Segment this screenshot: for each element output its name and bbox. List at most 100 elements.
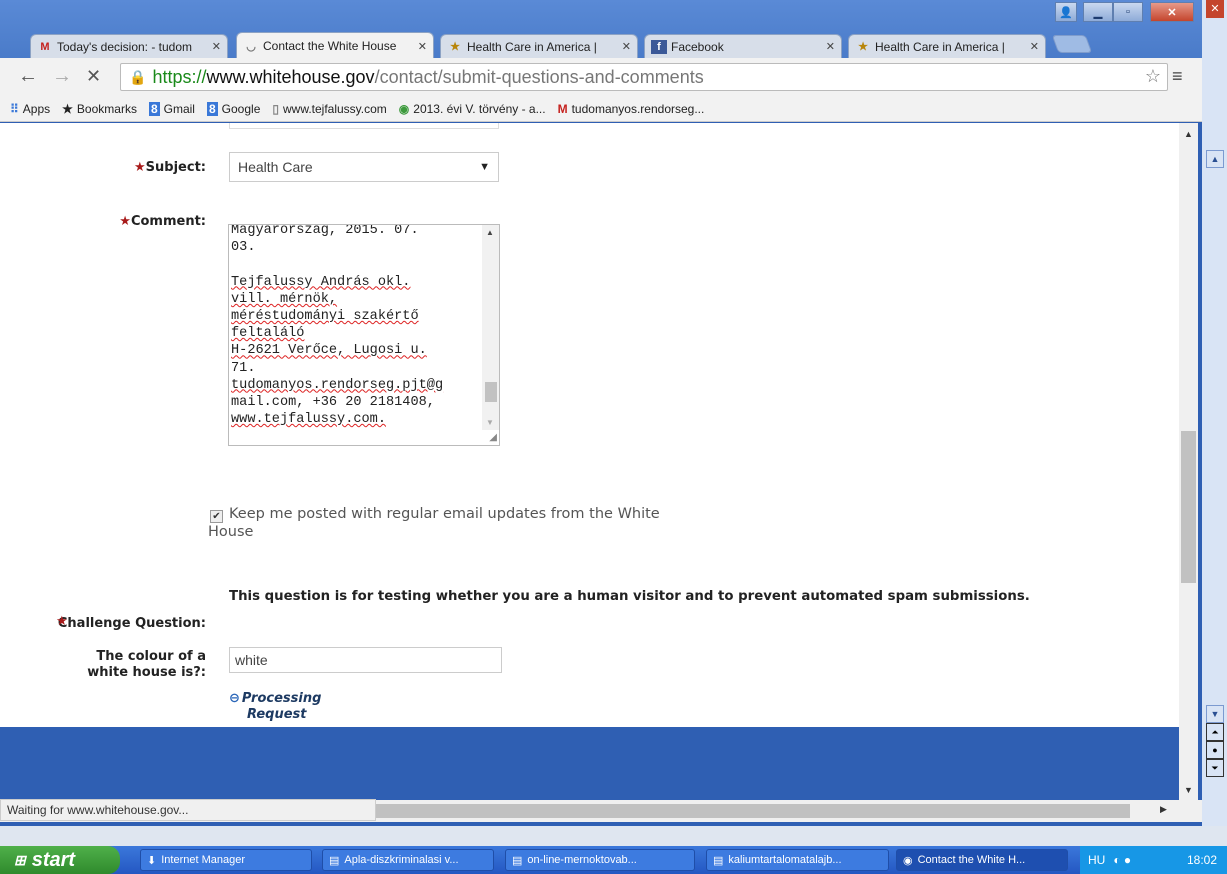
comment-line: 71. — [231, 360, 479, 377]
close-icon[interactable]: ✕ — [212, 40, 221, 53]
app-icon: ⬇ — [147, 854, 157, 867]
new-tab-button[interactable] — [1051, 35, 1093, 53]
whitehouse-seal-icon: ★ — [858, 41, 868, 53]
close-panel-icon[interactable]: ✕ — [1206, 0, 1224, 18]
tab-label: Contact the White House — [263, 39, 397, 53]
facebook-icon: f — [651, 39, 667, 54]
stop-button[interactable]: ✕ — [86, 66, 101, 87]
tab-label: Facebook — [671, 39, 724, 54]
close-icon[interactable]: ✕ — [826, 40, 835, 53]
bookmark-star-icon[interactable]: ☆ — [1145, 66, 1161, 87]
bookmark-tudomanyos[interactable]: Mtudomanyos.rendorseg... — [558, 102, 705, 116]
resize-grip-icon[interactable]: ◢ — [489, 432, 497, 443]
scroll-down-icon[interactable]: ▼ — [486, 418, 494, 427]
tab-health-care-1[interactable]: ★ Health Care in America | ✕ — [440, 34, 638, 58]
comment-line: vill. mérnök, — [231, 291, 479, 308]
chevron-down-icon[interactable]: ▼ — [1206, 705, 1224, 723]
gmail-icon: M — [40, 40, 50, 53]
maximize-button[interactable]: ▫ — [1113, 2, 1143, 22]
subject-select[interactable]: Health Care ▼ — [229, 152, 499, 182]
tab-contact[interactable]: ◡ Contact the White House ✕ — [236, 32, 434, 59]
chevron-up-icon[interactable]: ▲ — [1206, 150, 1224, 168]
taskbar-item-internet-manager[interactable]: ⬇ Internet Manager — [140, 849, 312, 871]
tab-bar: M Today's decision: - tudom ✕ ◡ Contact … — [0, 0, 1202, 59]
comment-line: méréstudományi szakértő — [231, 308, 479, 325]
close-icon[interactable]: ✕ — [1030, 40, 1039, 53]
google-plus-icon: 8 — [148, 101, 160, 116]
document-icon: ▤ — [713, 854, 724, 867]
taskbar-item-kalium[interactable]: ▤ kaliumtartalomatalajb... — [706, 849, 889, 871]
chrome-icon: ◉ — [903, 854, 913, 867]
scroll-down-icon[interactable]: ▼ — [1184, 785, 1193, 795]
bookmark-gmail[interactable]: 8 Gmail — [148, 101, 195, 116]
bookmark-label: Gmail — [163, 101, 195, 116]
page-down-icon[interactable]: ⏷ — [1206, 759, 1224, 777]
comment-line: feltaláló — [231, 325, 479, 342]
minimize-button[interactable]: ▁ — [1083, 2, 1113, 22]
url-input[interactable]: 🔒 https://www.whitehouse.gov/contact/sub… — [120, 63, 1168, 91]
clock: 18:02 — [1186, 853, 1217, 867]
tab-gmail[interactable]: M Today's decision: - tudom ✕ — [30, 34, 228, 58]
scroll-up-icon[interactable]: ▲ — [486, 228, 494, 237]
comment-line: tudomanyos.rendorseg.pjt@g — [231, 377, 479, 394]
circle-icon[interactable]: ● — [1206, 741, 1224, 759]
tab-facebook[interactable]: f Facebook ✕ — [644, 34, 842, 58]
close-window-button[interactable]: ✕ — [1150, 2, 1194, 22]
subject-label: ★Subject: — [100, 160, 206, 175]
comment-line-text: feltaláló — [231, 326, 305, 342]
comment-line: Tejfalussy András okl. — [231, 274, 479, 291]
comment-label: ★Comment: — [100, 214, 206, 229]
windows-logo-icon: ⊞ — [14, 851, 26, 868]
apps-icon: ⠿ — [10, 101, 19, 116]
close-icon[interactable]: ✕ — [418, 40, 427, 53]
page-content: ★Subject: Health Care ▼ ★Comment: Magyar… — [0, 123, 1179, 727]
tray-icons[interactable]: ◐ ● — [1113, 853, 1131, 867]
textarea-scroll-thumb[interactable] — [485, 382, 497, 402]
tab-health-care-2[interactable]: ★ Health Care in America | ✕ — [848, 34, 1046, 58]
keep-posted-option[interactable]: ✔ Keep me posted with regular email updat… — [208, 505, 678, 541]
url-scheme: https:// — [152, 66, 207, 87]
comment-line-text: 71. — [231, 360, 256, 376]
processing-line2: Request — [247, 707, 307, 722]
colour-question-line1: The colour of a — [96, 649, 206, 664]
back-button[interactable]: ← — [18, 65, 38, 88]
keep-posted-checkbox[interactable]: ✔ — [210, 510, 223, 523]
page-scroll-thumb[interactable] — [1181, 431, 1196, 583]
comment-textarea[interactable]: Magyarország, 2015. 07. 03. Tejfalussy And… — [228, 224, 500, 446]
url-host: www.whitehouse.gov — [206, 66, 375, 87]
taskbar-item-chrome[interactable]: ◉ Contact the White H... — [896, 849, 1068, 871]
scroll-up-icon[interactable]: ▲ — [1184, 129, 1193, 139]
side-panel: ✕ ▲ ▼ ⏶ ● ⏷ — [1202, 0, 1227, 826]
bookmark-label: Google — [221, 101, 261, 116]
language-indicator[interactable]: HU — [1088, 853, 1105, 867]
page-scrollbar[interactable]: ▲ ▼ — [1179, 123, 1198, 800]
bookmark-torveny[interactable]: ◉ 2013. évi V. törvény - a... — [399, 102, 546, 116]
bookmark-bookmarks[interactable]: ★ Bookmarks — [62, 102, 137, 116]
user-icon[interactable]: 👤 — [1055, 2, 1077, 22]
taskbar-item-apla[interactable]: ▤ Apla-diszkriminalasi v... — [322, 849, 494, 871]
menu-icon[interactable]: ≡ — [1172, 66, 1183, 87]
lock-icon: 🔒 — [129, 68, 147, 85]
google-plus-icon: 8 — [206, 101, 218, 116]
comment-line: mail.com, +36 20 2181408, — [231, 394, 479, 411]
bookmark-label: tudomanyos.rendorseg... — [571, 101, 705, 116]
bookmark-tejfalussy[interactable]: ▯ www.tejfalussy.com — [272, 102, 386, 116]
page-up-icon[interactable]: ⏶ — [1206, 723, 1224, 741]
document-icon: ▤ — [512, 854, 523, 867]
panel-nav-icons[interactable]: ▼ ⏶ ● ⏷ — [1206, 705, 1224, 777]
bookmark-label: Bookmarks — [76, 101, 137, 116]
status-bar: Waiting for www.whitehouse.gov... — [0, 799, 376, 821]
bookmark-google[interactable]: 8 Google — [206, 101, 261, 116]
forward-button[interactable]: → — [52, 65, 72, 88]
colour-answer-input[interactable]: white — [229, 647, 502, 673]
challenge-description: This question is for testing whether you… — [229, 589, 1030, 604]
comment-line-text: vill. mérnök, — [231, 291, 338, 307]
scroll-right-icon[interactable]: ▶ — [1160, 804, 1167, 815]
address-bar: ← → ✕ 🔒 https://www.whitehouse.gov/conta… — [0, 58, 1202, 96]
tab-label: Health Care in America | — [875, 39, 1005, 54]
textarea-scrollbar[interactable]: ▲ ▼ — [482, 225, 499, 430]
bookmark-apps[interactable]: ⠿ Apps — [10, 102, 50, 116]
taskbar-item-on-line[interactable]: ▤ on-line-mernoktovab... — [505, 849, 695, 871]
start-button[interactable]: ⊞ start — [0, 846, 120, 874]
close-icon[interactable]: ✕ — [622, 40, 631, 53]
